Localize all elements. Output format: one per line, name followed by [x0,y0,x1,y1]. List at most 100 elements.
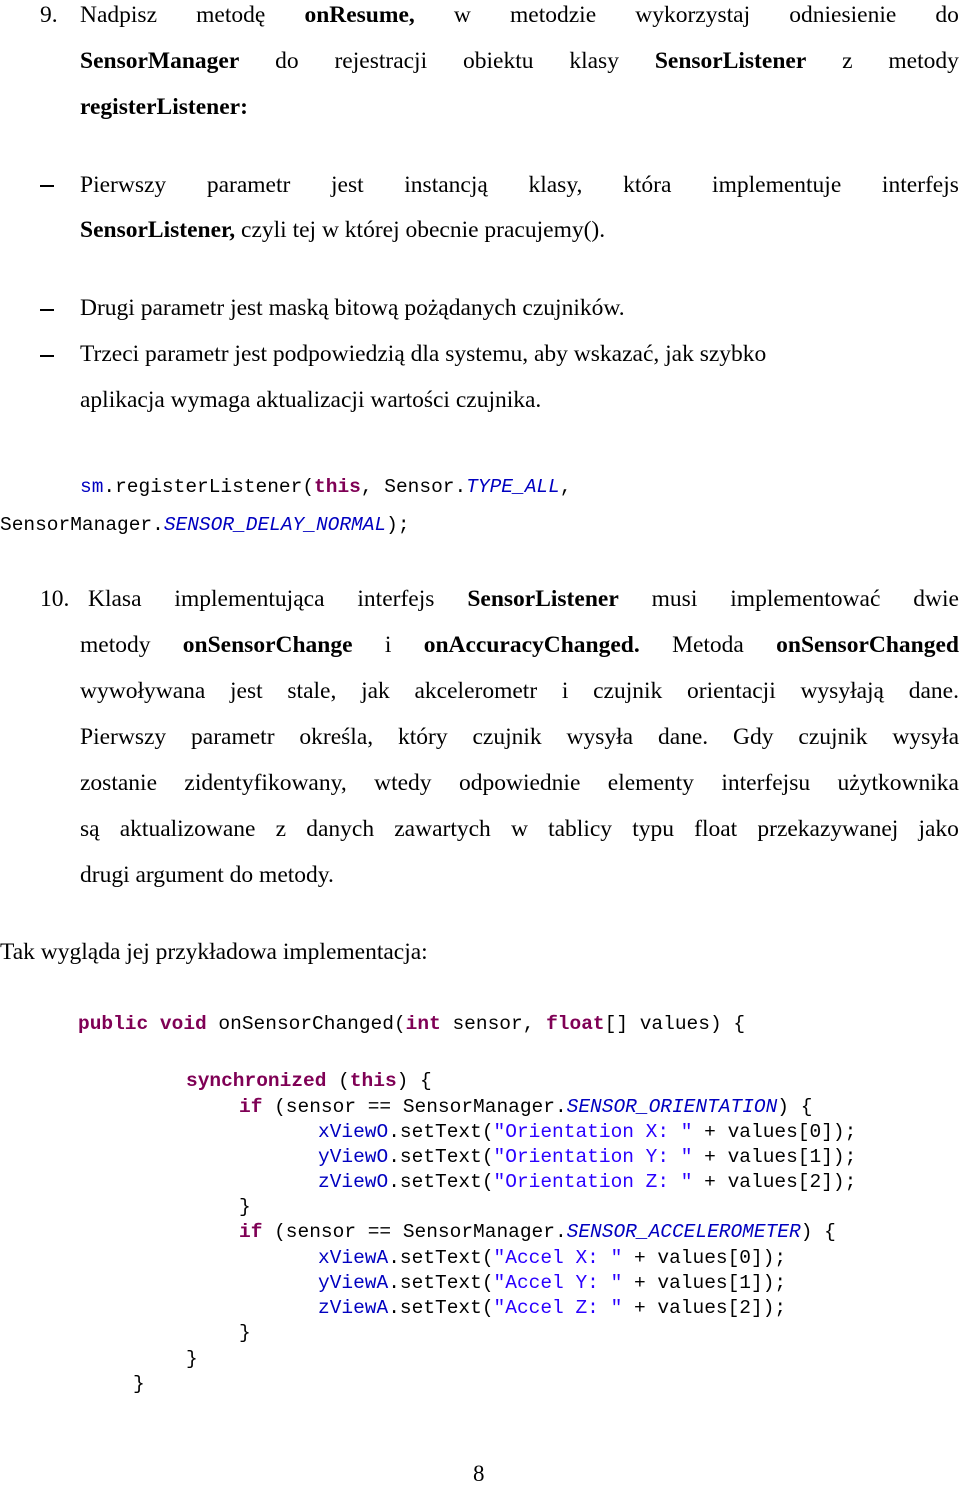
text: czyli tej w której obecnie pracujemy(). [235,217,606,243]
item10-line6: są aktualizowane z danych zawartych w ta… [80,816,959,842]
code-token: , [559,476,572,498]
code-token: .setText( [388,1272,494,1294]
item9-line2: SensorManager do rejestracji obiektu kla… [80,48,959,74]
code-token: ) { [777,1096,813,1118]
code-line-orient-z: zViewO.setText("Orientation Z: " + value… [318,1171,857,1193]
word: obiektu [462,48,534,74]
word: stale, [287,678,337,704]
word: w [453,2,471,28]
code-register-line1: sm.registerListener(this, Sensor.TYPE_AL… [80,476,572,498]
word: są [80,816,100,842]
word: orientacji [687,678,776,704]
bullet-dash [40,355,54,357]
word: do [275,48,299,74]
code-token: .setText( [388,1247,494,1269]
word: Pierwszy [80,724,167,750]
word: która [623,172,672,198]
code-line-signature: public void onSensorChanged(int sensor, … [78,1013,745,1035]
code-string: "Orientation X: " [493,1121,693,1143]
code-register-line2: SensorManager.SENSOR_DELAY_NORMAL); [0,514,410,536]
code-keyword: synchronized [186,1070,327,1092]
code-variable: yViewO [318,1146,389,1168]
bullet1-line1: Pierwszy parametr jest instancją klasy, … [80,172,959,198]
word: interfejs [881,172,959,198]
word: wywoływana [80,678,206,704]
code-string: "Accel Y: " [493,1272,623,1294]
word: wysyłają [800,678,884,704]
word: odniesienie [789,2,897,28]
bullet3-line1: Trzeci parametr jest podpowiedzią dla sy… [80,341,767,367]
code-keyword: if [239,1096,263,1118]
bold-term: onAccuracyChanged. [423,632,640,658]
word: implementuje [712,172,842,198]
code-keyword: this [349,1070,397,1092]
word: wykorzystaj [635,2,751,28]
word: zostanie [80,770,157,796]
word: który [398,724,448,750]
item10-line3: wywoływana jest stale, jak akcelerometr … [80,678,959,704]
bullet3-line2: aplikacja wymaga aktualizacji wartości c… [80,387,542,413]
bold-term: onSensorChange [182,632,353,658]
code-token: ); [386,514,410,536]
code-string: "Orientation Z: " [493,1171,693,1193]
code-keyword: this [314,476,361,498]
code-constant: SENSOR_ORIENTATION [566,1096,778,1118]
code-token: + values[1]); [692,1146,857,1168]
code-constant: SENSOR_DELAY_NORMAL [163,514,387,536]
word: wysyła [566,724,634,750]
word: aktualizowane [119,816,256,842]
code-token: .setText( [388,1297,494,1319]
word: do [935,2,959,28]
bold-term: SensorListener [467,586,619,612]
code-token: (sensor == SensorManager. [262,1096,567,1118]
code-string: "Accel Z: " [493,1297,623,1319]
code-variable: xViewO [318,1121,389,1143]
bullet2-line1: Drugi parametr jest maską bitową pożądan… [80,295,625,321]
code-constant: TYPE_ALL [466,476,560,498]
item10-number: 10. [40,586,70,612]
word: elementy [607,770,694,796]
code-keyword: public [78,1013,149,1035]
word: Gdy [733,724,774,750]
word: wtedy [374,770,432,796]
word: przekazywanej [757,816,899,842]
bold-term: SensorManager [80,48,240,74]
code-token: (sensor == SensorManager. [262,1221,567,1243]
word: metody [888,48,959,74]
word: jest [230,678,263,704]
word: klasy [569,48,619,74]
code-token: .setText( [388,1171,494,1193]
word: danych [306,816,375,842]
code-string: "Accel X: " [493,1247,623,1269]
code-token: onSensorChanged( [206,1013,406,1035]
word: musi [651,586,698,612]
word: użytkownika [837,770,959,796]
code-line-synchronized: synchronized (this) { [186,1070,432,1092]
code-token: ) { [800,1221,836,1243]
code-token: .setText( [388,1121,494,1143]
code-keyword: if [239,1221,263,1243]
word: zawartych [394,816,491,842]
code-token: SensorManager. [0,514,164,536]
code-constant: SENSOR_ACCELEROMETER [566,1221,801,1243]
item10-line2: metody onSensorChange i onAccuracyChange… [80,632,959,658]
bullet1-line2: SensorListener, czyli tej w której obecn… [80,217,606,243]
word: typu [632,816,674,842]
item10-line7: drugi argument do metody. [80,862,334,888]
item10-line5: zostanie zidentyfikowany, wtedy odpowied… [80,770,959,796]
item10-line1: Klasa implementująca interfejs SensorLis… [88,586,959,612]
word: zidentyfikowany, [184,770,347,796]
word: określa, [299,724,374,750]
word: jest [330,172,364,198]
bullet-dash [40,309,54,311]
word: w [510,816,528,842]
code-string: "Orientation Y: " [493,1146,693,1168]
word: interfejs [357,586,435,612]
code-close-brace: } [239,1196,251,1218]
code-token: sensor, [440,1013,547,1035]
code-token: + values[2]); [692,1171,857,1193]
word: i [561,678,569,704]
word: metodzie [510,2,597,28]
bold-term: onResume, [304,2,415,28]
code-keyword: float [546,1013,605,1035]
